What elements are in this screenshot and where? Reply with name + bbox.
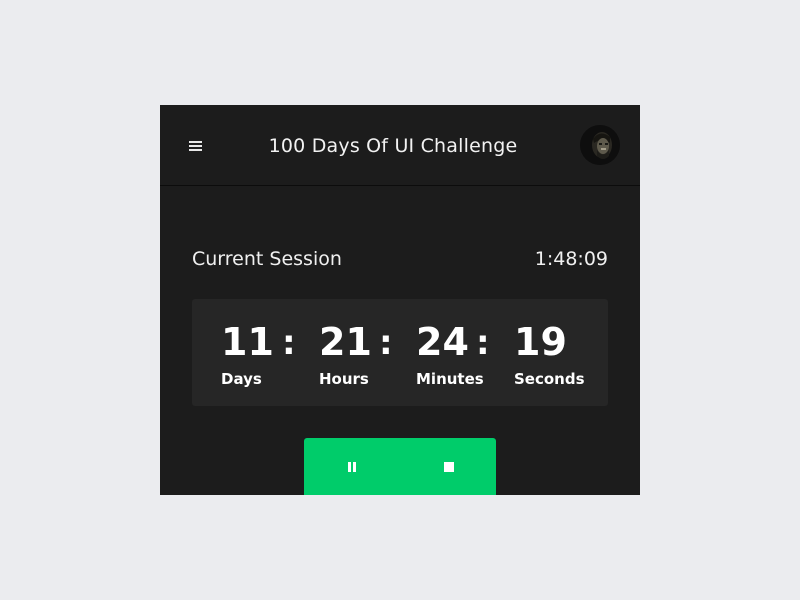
days-value: 11 [221,320,274,364]
session-time: 1:48:09 [534,248,608,270]
session-label: Current Session [192,248,342,270]
timer-controls [304,438,496,495]
hours-label: Hours [319,370,369,388]
hours-value: 21 [319,320,372,364]
stop-icon [444,462,454,472]
minutes-label: Minutes [416,370,484,388]
seconds-value: 19 [514,320,567,364]
stop-button[interactable] [400,438,496,495]
separator: : [476,323,490,363]
seconds-label: Seconds [514,370,585,388]
separator: : [282,323,296,363]
page-title: 100 Days Of UI Challenge [268,135,518,157]
app-header: 100 Days Of UI Challenge [160,105,640,186]
pause-icon [348,462,356,472]
avatar[interactable] [580,125,620,165]
days-label: Days [221,370,262,388]
avatar-portrait-icon [580,125,620,165]
countdown-panel: 11 Days : 21 Hours : 24 Minutes : 19 Sec… [192,299,608,406]
minutes-value: 24 [416,320,469,364]
pause-button[interactable] [304,438,400,495]
separator: : [379,323,393,363]
timer-card: 100 Days Of UI Challenge Current Session… [160,105,640,495]
